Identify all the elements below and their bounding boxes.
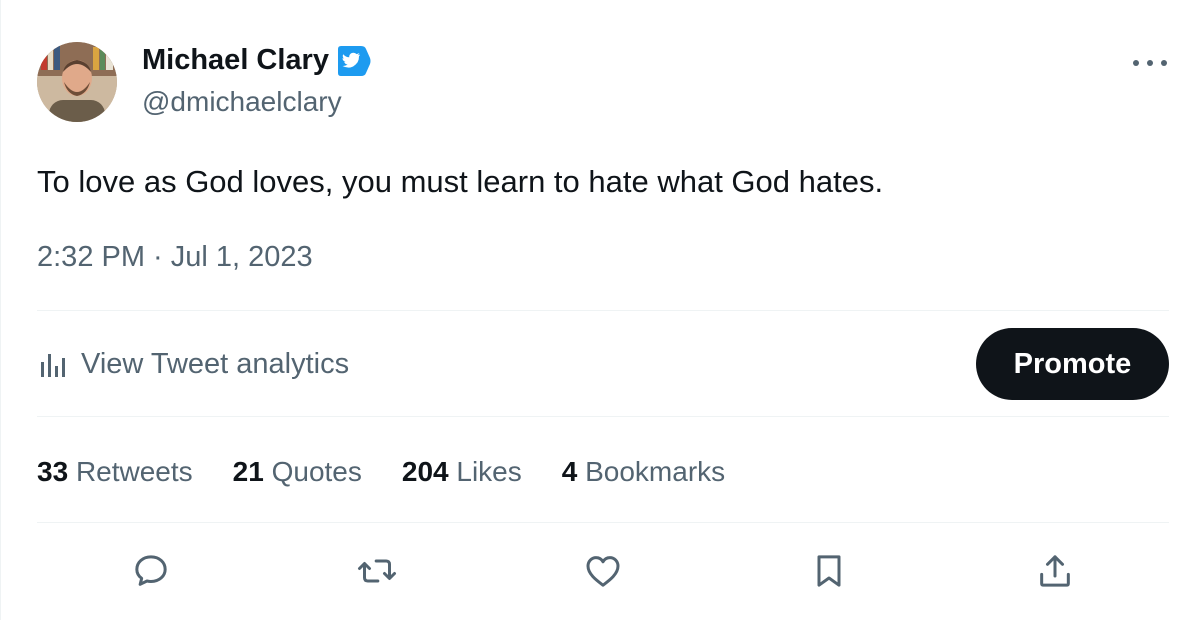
author-handle[interactable]: @dmichaelclary bbox=[142, 86, 342, 118]
share-button[interactable] bbox=[1033, 549, 1077, 593]
share-icon bbox=[1040, 555, 1070, 587]
stat-count: 21 bbox=[232, 456, 264, 487]
dot-icon bbox=[1147, 60, 1153, 66]
bookmark-icon bbox=[817, 555, 841, 587]
like-icon bbox=[586, 556, 620, 587]
stat-label: Quotes bbox=[271, 456, 362, 487]
view-analytics-link[interactable]: View Tweet analytics bbox=[39, 344, 349, 384]
like-button[interactable] bbox=[581, 549, 625, 593]
stat-count: 204 bbox=[401, 456, 449, 487]
stat-bookmarks[interactable]: 4 Bookmarks bbox=[562, 456, 725, 488]
reply-button[interactable] bbox=[129, 549, 173, 593]
more-options-icon[interactable] bbox=[1133, 54, 1167, 72]
divider bbox=[37, 310, 1169, 311]
avatar-image bbox=[37, 42, 117, 122]
dot-icon bbox=[1133, 60, 1139, 66]
stat-quotes[interactable]: 21 Quotes bbox=[233, 456, 362, 488]
stat-label: Retweets bbox=[75, 456, 193, 487]
retweet-button[interactable] bbox=[355, 549, 399, 593]
bookmark-button[interactable] bbox=[807, 549, 851, 593]
promote-button[interactable]: Promote bbox=[976, 328, 1169, 400]
reply-icon bbox=[135, 555, 167, 586]
stat-count: 4 bbox=[561, 456, 578, 487]
avatar[interactable] bbox=[37, 42, 117, 122]
stat-retweets[interactable]: 33 Retweets bbox=[37, 456, 193, 488]
dot-icon bbox=[1161, 60, 1167, 66]
tweet-stats: 33 Retweets 21 Quotes 204 Likes 4 Bookma… bbox=[37, 452, 765, 492]
tweet-timestamp[interactable]: 2:32 PM · Jul 1, 2023 bbox=[37, 241, 313, 274]
author-name[interactable]: Michael Clary bbox=[142, 44, 329, 77]
stat-label: Likes bbox=[456, 456, 522, 487]
bar-chart-icon bbox=[41, 354, 65, 377]
retweet-icon bbox=[358, 559, 396, 583]
divider bbox=[37, 522, 1169, 523]
stat-label: Bookmarks bbox=[585, 456, 726, 487]
divider bbox=[37, 416, 1169, 417]
verified-badge-icon[interactable] bbox=[335, 45, 371, 77]
view-analytics-label: View Tweet analytics bbox=[81, 347, 350, 380]
stat-count: 33 bbox=[37, 456, 69, 487]
author-name-row[interactable]: Michael Clary bbox=[142, 44, 371, 77]
tweet-card: Michael Clary @dmichaelclary To love as … bbox=[0, 0, 1192, 620]
tweet-text: To love as God loves, you must learn to … bbox=[37, 164, 884, 199]
stat-likes[interactable]: 204 Likes bbox=[402, 456, 522, 488]
